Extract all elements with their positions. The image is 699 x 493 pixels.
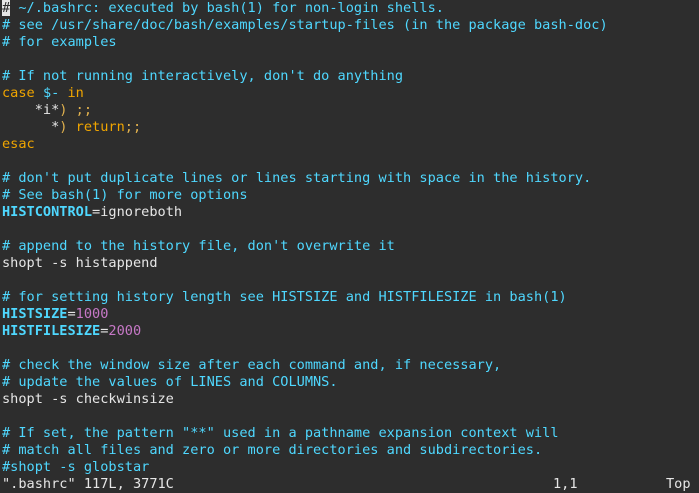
code-token: ;; — [75, 102, 93, 118]
code-token: =ignoreboth — [92, 204, 183, 220]
buffer-line[interactable] — [2, 272, 699, 289]
buffer-line[interactable]: # for setting history length see HISTSIZ… — [2, 289, 699, 306]
code-token: *i* — [2, 102, 60, 118]
code-token: #shopt -s globstar — [2, 459, 150, 475]
buffer-line[interactable] — [2, 51, 699, 68]
scroll-indicator: Top — [666, 476, 691, 492]
text-cursor: # — [2, 0, 11, 16]
code-token: # If not running interactively, don't do… — [2, 68, 404, 84]
code-token: return — [67, 119, 125, 135]
code-token: # update the values of LINES and COLUMNS… — [2, 374, 338, 390]
code-token: in — [67, 85, 84, 101]
code-token: $- — [42, 85, 60, 101]
buffer-line[interactable]: HISTSIZE=1000 — [2, 306, 699, 323]
buffer-line[interactable] — [2, 408, 699, 425]
buffer-line[interactable]: # don't put duplicate lines or lines sta… — [2, 170, 699, 187]
code-token: shopt -s histappend — [2, 255, 158, 271]
buffer-line[interactable]: # update the values of LINES and COLUMNS… — [2, 374, 699, 391]
code-token: HISTFILESIZE — [2, 323, 101, 339]
buffer-line[interactable]: # check the window size after each comma… — [2, 357, 699, 374]
buffer-line[interactable]: # match all files and zero or more direc… — [2, 442, 699, 459]
code-token: # check the window size after each comma… — [2, 357, 502, 373]
code-token: * — [2, 119, 60, 135]
code-token: HISTSIZE — [2, 306, 68, 322]
buffer-line[interactable]: # ~/.bashrc: executed by bash(1) for non… — [2, 0, 699, 17]
terminal-window[interactable]: # ~/.bashrc: executed by bash(1) for non… — [0, 0, 699, 493]
code-token: # match all files and zero or more direc… — [2, 442, 543, 458]
buffer-line[interactable]: *) return;; — [2, 119, 699, 136]
code-token: 1000 — [75, 306, 109, 322]
buffer-line[interactable]: # append to the history file, don't over… — [2, 238, 699, 255]
buffer-line[interactable]: HISTFILESIZE=2000 — [2, 323, 699, 340]
code-token: # See bash(1) for more options — [2, 187, 248, 203]
buffer-line[interactable]: shopt -s histappend — [2, 255, 699, 272]
buffer-line[interactable]: # If not running interactively, don't do… — [2, 68, 699, 85]
buffer-line[interactable] — [2, 221, 699, 238]
code-token: # see /usr/share/doc/bash/examples/start… — [2, 17, 608, 33]
code-token: = — [67, 306, 76, 322]
code-token: # for examples — [2, 34, 117, 50]
buffer-line[interactable]: # If set, the pattern "**" used in a pat… — [2, 425, 699, 442]
buffer-line[interactable]: #shopt -s globstar — [2, 459, 699, 476]
status-line: ".bashrc" 117L, 3771C 1,1 Top — [0, 476, 699, 493]
buffer-line[interactable] — [2, 340, 699, 357]
code-token: case — [2, 85, 35, 101]
code-token: HISTCONTROL — [2, 204, 93, 220]
buffer-line[interactable] — [2, 153, 699, 170]
code-token: esac — [2, 136, 35, 152]
code-token: ~/.bashrc: executed by bash(1) for non-l… — [10, 0, 444, 16]
buffer-line[interactable]: # See bash(1) for more options — [2, 187, 699, 204]
code-token: # for setting history length see HISTSIZ… — [2, 289, 567, 305]
buffer-line[interactable]: case $- in — [2, 85, 699, 102]
code-token: # If set, the pattern "**" used in a pat… — [2, 425, 559, 441]
buffer-line[interactable]: HISTCONTROL=ignoreboth — [2, 204, 699, 221]
buffer-line[interactable]: # for examples — [2, 34, 699, 51]
cursor-position: 1,1 — [553, 476, 578, 492]
buffer-line[interactable]: *i*) ;; — [2, 102, 699, 119]
code-token: # don't put duplicate lines or lines sta… — [2, 170, 592, 186]
code-token: shopt -s checkwinsize — [2, 391, 174, 407]
buffer-line[interactable]: # see /usr/share/doc/bash/examples/start… — [2, 17, 699, 34]
code-token: 2000 — [108, 323, 142, 339]
file-info-message: ".bashrc" 117L, 3771C — [2, 476, 174, 492]
buffer-line[interactable]: esac — [2, 136, 699, 153]
code-token: # append to the history file, don't over… — [2, 238, 395, 254]
buffer-line[interactable]: shopt -s checkwinsize — [2, 391, 699, 408]
code-token: ;; — [124, 119, 142, 135]
editor-buffer[interactable]: # ~/.bashrc: executed by bash(1) for non… — [2, 0, 699, 476]
